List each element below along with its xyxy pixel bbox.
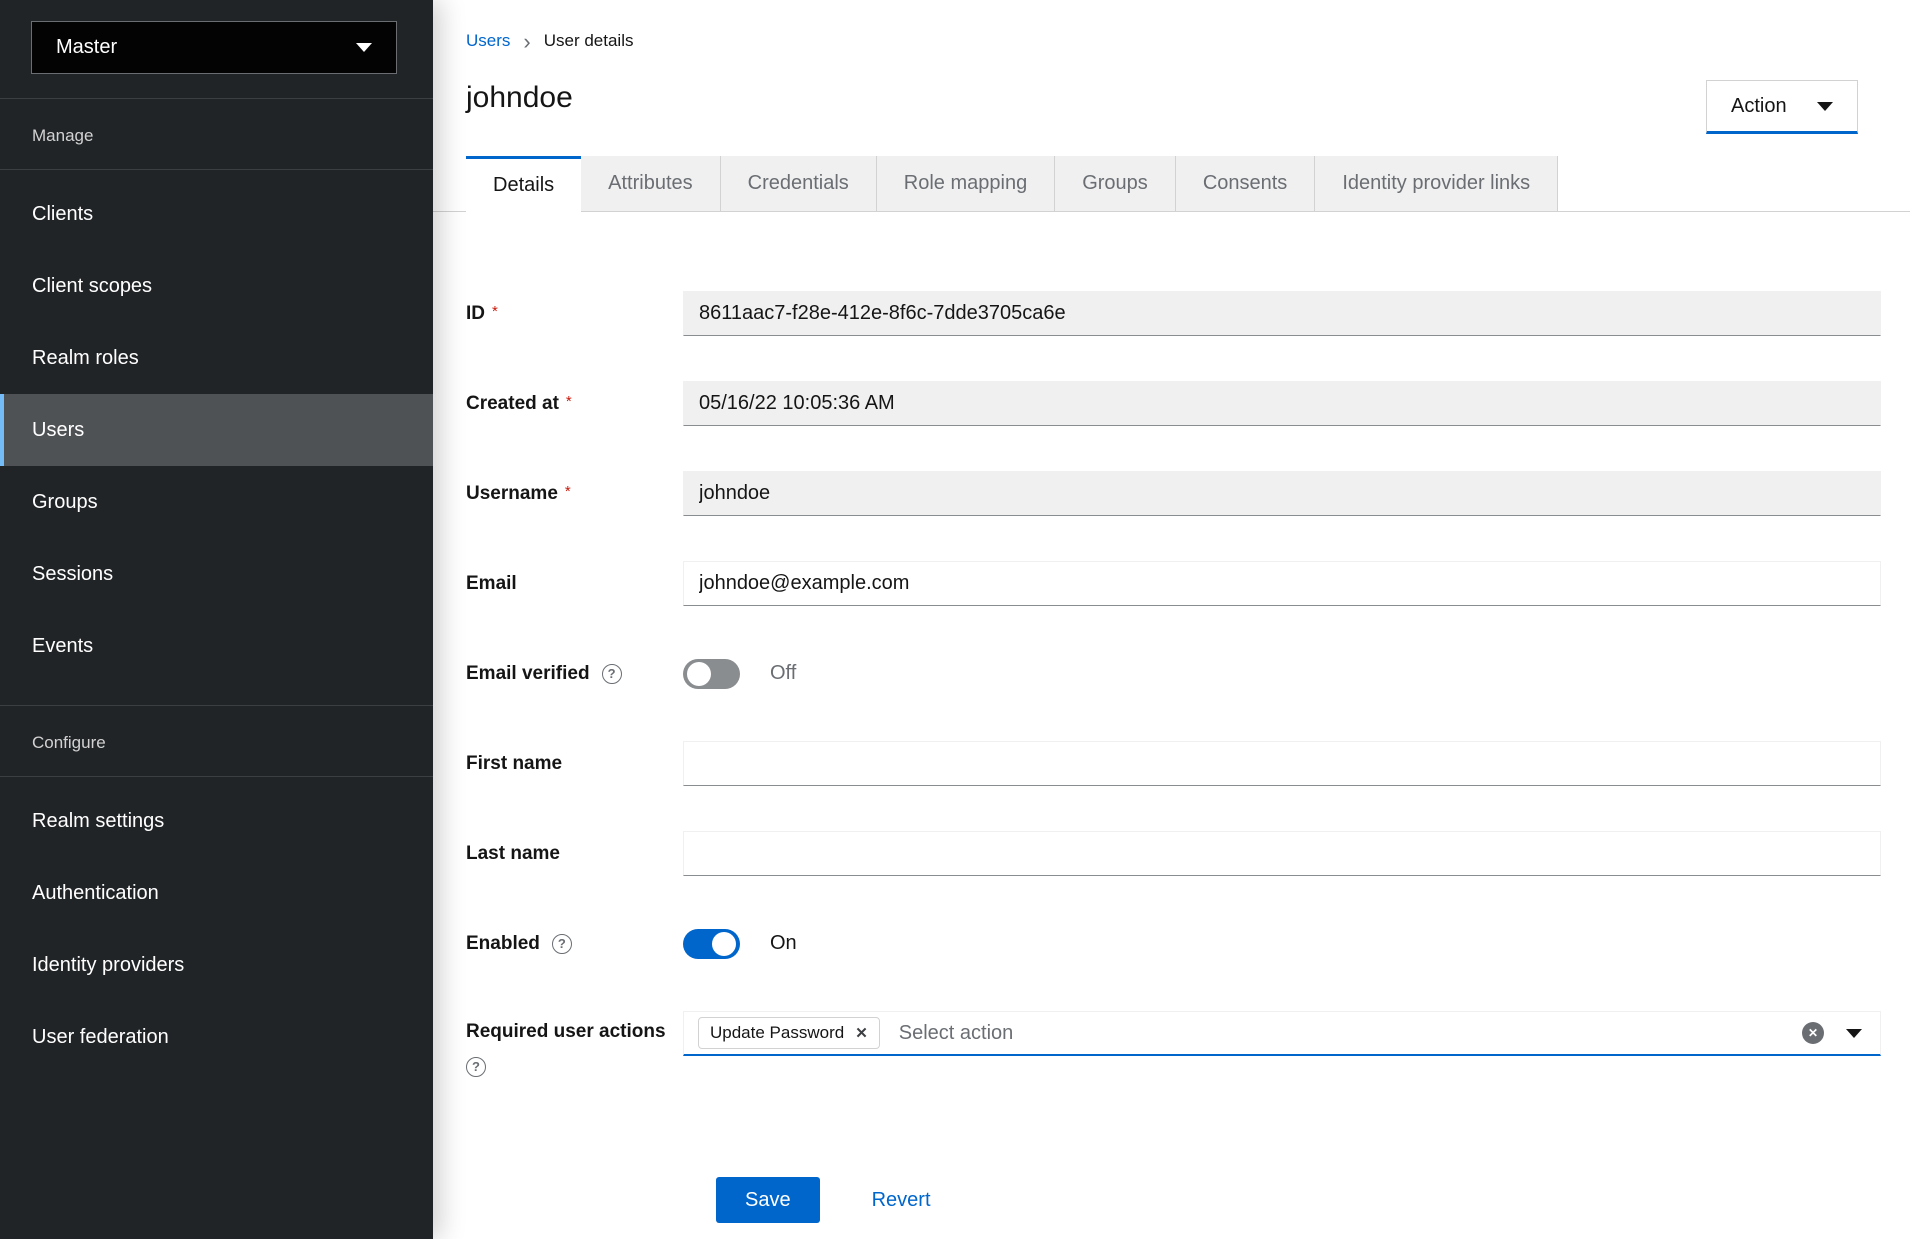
sidebar-item-identity-providers[interactable]: Identity providers <box>0 929 433 1001</box>
form-row-last-name: Last name <box>466 831 1881 876</box>
breadcrumb: Users › User details <box>433 0 1910 51</box>
required-user-actions-label: Required user actions <box>466 1011 683 1043</box>
sidebar: Master Manage Clients Client scopes Real… <box>0 0 433 1239</box>
action-dropdown-button[interactable]: Action <box>1706 80 1858 134</box>
tab-credentials[interactable]: Credentials <box>721 156 877 212</box>
created-at-field[interactable] <box>683 381 1881 426</box>
toggle-knob <box>712 932 736 956</box>
email-verified-state: Off <box>770 662 796 685</box>
breadcrumb-separator-icon: › <box>523 33 530 50</box>
username-label: Username <box>466 483 558 504</box>
chip-remove-icon[interactable]: ✕ <box>855 1026 868 1041</box>
enabled-state: On <box>770 932 797 955</box>
sidebar-item-client-scopes[interactable]: Client scopes <box>0 250 433 322</box>
form-row-username: Username * <box>466 471 1881 516</box>
last-name-field[interactable] <box>683 831 1881 876</box>
help-icon[interactable]: ? <box>602 664 622 684</box>
first-name-field[interactable] <box>683 741 1881 786</box>
sidebar-item-events[interactable]: Events <box>0 610 433 682</box>
email-label: Email <box>466 573 517 594</box>
username-field[interactable] <box>683 471 1881 516</box>
tab-role-mapping[interactable]: Role mapping <box>877 156 1055 212</box>
help-icon[interactable]: ? <box>466 1057 486 1077</box>
nav-section-manage: Manage <box>32 126 433 146</box>
update-password-chip: Update Password ✕ <box>698 1017 880 1049</box>
tab-strip-spacer <box>433 156 466 212</box>
chip-label: Update Password <box>710 1023 844 1043</box>
sidebar-item-clients[interactable]: Clients <box>0 178 433 250</box>
action-dropdown-label: Action <box>1731 95 1787 118</box>
last-name-label: Last name <box>466 843 560 864</box>
form-row-required-user-actions: Required user actions ? Update Password … <box>466 1011 1881 1077</box>
sidebar-item-groups[interactable]: Groups <box>0 466 433 538</box>
form-row-first-name: First name <box>466 741 1881 786</box>
realm-selector[interactable]: Master <box>31 21 397 74</box>
sidebar-divider <box>0 705 433 706</box>
sidebar-item-realm-settings[interactable]: Realm settings <box>0 785 433 857</box>
breadcrumb-users-link[interactable]: Users <box>466 31 510 51</box>
enabled-label: Enabled <box>466 933 540 955</box>
sidebar-item-authentication[interactable]: Authentication <box>0 857 433 929</box>
clear-selections-icon[interactable]: ✕ <box>1802 1022 1824 1044</box>
form-row-id: ID * <box>466 291 1881 336</box>
enabled-toggle[interactable] <box>683 929 740 959</box>
required-user-actions-select[interactable]: Update Password ✕ ✕ <box>683 1011 1881 1056</box>
sidebar-item-realm-roles[interactable]: Realm roles <box>0 322 433 394</box>
user-detail-tabs: Details Attributes Credentials Role mapp… <box>433 156 1910 212</box>
form-actions: Save Revert <box>716 1177 1881 1223</box>
form-row-email-verified: Email verified ? Off <box>466 651 1881 696</box>
tab-attributes[interactable]: Attributes <box>581 156 720 212</box>
help-icon[interactable]: ? <box>552 934 572 954</box>
caret-down-icon <box>1817 102 1833 111</box>
id-field[interactable] <box>683 291 1881 336</box>
manage-nav-list: Clients Client scopes Realm roles Users … <box>0 170 433 682</box>
tab-identity-provider-links[interactable]: Identity provider links <box>1315 156 1558 212</box>
required-asterisk: * <box>566 393 572 410</box>
form-row-created-at: Created at * <box>466 381 1881 426</box>
sidebar-item-user-federation[interactable]: User federation <box>0 1001 433 1073</box>
configure-nav-list: Realm settings Authentication Identity p… <box>0 777 433 1073</box>
required-asterisk: * <box>492 303 498 320</box>
realm-selector-label: Master <box>56 36 117 59</box>
tab-strip-filler <box>1558 156 1910 212</box>
sidebar-item-users[interactable]: Users <box>0 394 433 466</box>
first-name-label: First name <box>466 753 562 774</box>
sidebar-item-sessions[interactable]: Sessions <box>0 538 433 610</box>
id-label: ID <box>466 303 485 324</box>
page-title: johndoe <box>466 77 1910 119</box>
save-button[interactable]: Save <box>716 1177 820 1223</box>
form-row-enabled: Enabled ? On <box>466 921 1881 966</box>
form-row-email: Email <box>466 561 1881 606</box>
email-verified-label: Email verified <box>466 663 590 685</box>
email-verified-toggle[interactable] <box>683 659 740 689</box>
created-at-label: Created at <box>466 393 559 414</box>
breadcrumb-current: User details <box>544 31 634 51</box>
required-asterisk: * <box>565 483 571 500</box>
toggle-knob <box>687 662 711 686</box>
revert-link[interactable]: Revert <box>872 1189 931 1212</box>
main-content: Users › User details johndoe Action Deta… <box>433 0 1910 1239</box>
email-field[interactable] <box>683 561 1881 606</box>
sidebar-divider <box>0 98 433 99</box>
caret-down-icon <box>356 43 372 52</box>
nav-section-configure: Configure <box>32 733 433 753</box>
select-action-input[interactable] <box>899 1022 1802 1045</box>
tab-details[interactable]: Details <box>466 156 581 212</box>
tab-consents[interactable]: Consents <box>1176 156 1316 212</box>
caret-down-icon[interactable] <box>1846 1029 1862 1038</box>
tab-groups[interactable]: Groups <box>1055 156 1176 212</box>
user-details-form: ID * Created at * Username * Email <box>466 291 1881 1223</box>
